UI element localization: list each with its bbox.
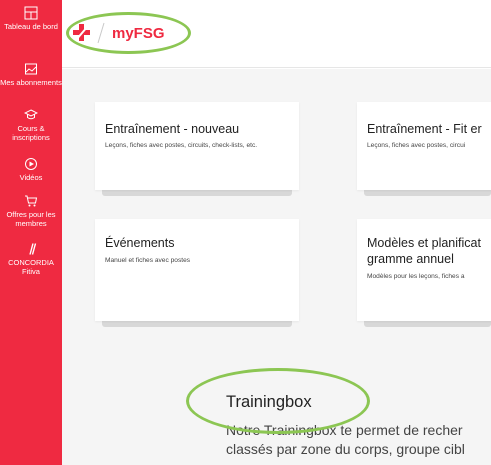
slash-icon — [29, 243, 37, 255]
card-models-planning[interactable]: Modèles et planificat gramme annuel Modè… — [357, 219, 491, 321]
card-events[interactable]: Événements Manuel et fiches avec postes — [95, 219, 299, 321]
card-description: Manuel et fiches avec postes — [105, 257, 191, 264]
card-description: Leçons, fiches avec postes, circuits, ch… — [105, 142, 258, 149]
dashboard-icon — [24, 6, 38, 20]
header: myFSG — [62, 0, 491, 68]
sidebar-item-label: Offres pour les membres — [6, 210, 56, 228]
card-training-new[interactable]: Entraînement - nouveau Leçons, fiches av… — [95, 102, 299, 190]
sidebar-item-label: CONCORDIA Fitiva — [8, 258, 54, 276]
card-title-line2: gramme annuel — [367, 252, 454, 266]
sidebar-item-label: Cours & inscriptions — [12, 124, 50, 142]
card-title: Événements — [105, 236, 175, 250]
sidebar-item-concordia[interactable]: CONCORDIA Fitiva — [0, 242, 62, 276]
card-training-fit[interactable]: Entraînement - Fit er Leçons, fiches ave… — [357, 102, 491, 190]
card-title: Entraînement - nouveau — [105, 122, 240, 136]
sidebar-item-courses[interactable]: Cours & inscriptions — [0, 108, 62, 142]
trainingbox-line: classés par zone du corps, groupe cibl — [226, 441, 465, 457]
card-title: Modèles et planificat — [367, 236, 481, 250]
card-title: Entraînement - Fit er — [367, 122, 482, 136]
card-shadow — [102, 190, 292, 196]
card-description: Modèles pour les leçons, fiches a — [367, 273, 465, 280]
graduation-cap-icon — [24, 109, 38, 120]
sidebar-item-subscriptions[interactable]: Mes abonnements — [0, 62, 62, 87]
sidebar-item-videos[interactable]: Vidéos — [0, 157, 62, 182]
image-icon — [25, 63, 37, 75]
sidebar-item-label: Tableau de bord — [4, 22, 58, 31]
highlight-ring — [66, 12, 191, 54]
sidebar: Tableau de bord Mes abonnements Cours & … — [0, 0, 62, 465]
sidebar-item-offers[interactable]: Offres pour les membres — [0, 194, 62, 228]
sidebar-item-dashboard[interactable]: Tableau de bord — [0, 6, 62, 31]
card-shadow — [364, 321, 491, 327]
card-description: Leçons, fiches avec postes, circui — [367, 142, 466, 149]
sidebar-item-label: Mes abonnements — [0, 78, 62, 87]
sidebar-item-label: Vidéos — [19, 173, 43, 182]
card-shadow — [364, 190, 491, 196]
cart-icon — [25, 195, 38, 207]
highlight-ring — [186, 368, 370, 434]
play-icon — [25, 158, 37, 170]
card-shadow — [102, 321, 292, 327]
